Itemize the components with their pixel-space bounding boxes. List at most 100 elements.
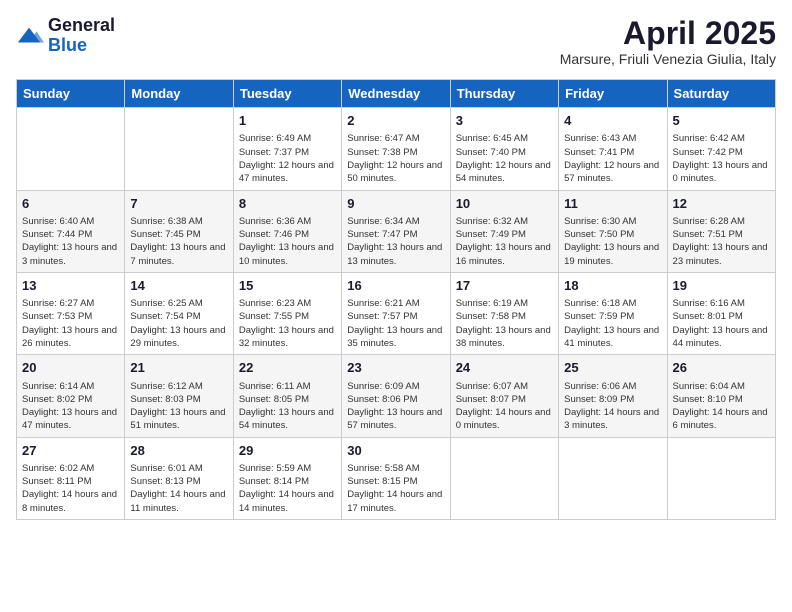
day-number: 29 — [239, 442, 336, 460]
logo-line2: Blue — [48, 36, 115, 56]
calendar-cell: 3Sunrise: 6:45 AM Sunset: 7:40 PM Daylig… — [450, 108, 558, 190]
weekday-header: Sunday — [17, 80, 125, 108]
day-number: 4 — [564, 112, 661, 130]
calendar-cell: 5 Sunrise: 6:42 AM Sunset: 7:42 PM Daylig… — [667, 108, 775, 190]
calendar-cell: 15 Sunrise: 6:23 AM Sunset: 7:55 PM Dayli… — [233, 272, 341, 354]
title-block: April 2025 Marsure, Friuli Venezia Giuli… — [560, 16, 776, 67]
calendar-table: SundayMondayTuesdayWednesdayThursdayFrid… — [16, 79, 776, 520]
calendar-cell: 29 Sunrise: 5:59 AM Sunset: 8:14 PM Dayli… — [233, 437, 341, 519]
day-number: 25 — [564, 359, 661, 377]
calendar-cell — [125, 108, 233, 190]
logo-icon — [16, 22, 44, 50]
calendar-cell: 22 Sunrise: 6:11 AM Sunset: 8:05 PM Dayli… — [233, 355, 341, 437]
calendar-cell: 13 Sunrise: 6:27 AM Sunset: 7:53 PM Dayli… — [17, 272, 125, 354]
calendar-cell: 20 Sunrise: 6:14 AM Sunset: 8:02 PM Dayli… — [17, 355, 125, 437]
day-info: Sunrise: 6:07 AM Sunset: 8:07 PM Dayligh… — [456, 380, 553, 433]
day-info: Sunrise: 6:09 AM Sunset: 8:06 PM Dayligh… — [347, 380, 444, 433]
day-number: 3 — [456, 112, 553, 130]
calendar-cell: 26 Sunrise: 6:04 AM Sunset: 8:10 PM Dayli… — [667, 355, 775, 437]
day-number: 26 — [673, 359, 770, 377]
calendar-cell: 2Sunrise: 6:47 AM Sunset: 7:38 PM Daylig… — [342, 108, 450, 190]
page-title: April 2025 — [560, 16, 776, 51]
day-info: Sunrise: 6:14 AM Sunset: 8:02 PM Dayligh… — [22, 380, 119, 433]
day-number: 9 — [347, 195, 444, 213]
day-number: 8 — [239, 195, 336, 213]
calendar-cell: 23 Sunrise: 6:09 AM Sunset: 8:06 PM Dayli… — [342, 355, 450, 437]
calendar-cell: 24 Sunrise: 6:07 AM Sunset: 8:07 PM Dayli… — [450, 355, 558, 437]
day-number: 27 — [22, 442, 119, 460]
day-info: Sunrise: 6:06 AM Sunset: 8:09 PM Dayligh… — [564, 380, 661, 433]
day-number: 15 — [239, 277, 336, 295]
calendar-cell: 14 Sunrise: 6:25 AM Sunset: 7:54 PM Dayli… — [125, 272, 233, 354]
weekday-header: Wednesday — [342, 80, 450, 108]
day-number: 5 — [673, 112, 770, 130]
calendar-cell: 30 Sunrise: 5:58 AM Sunset: 8:15 PM Dayli… — [342, 437, 450, 519]
day-number: 18 — [564, 277, 661, 295]
day-info: Sunrise: 5:59 AM Sunset: 8:14 PM Dayligh… — [239, 462, 336, 515]
calendar-header-row: SundayMondayTuesdayWednesdayThursdayFrid… — [17, 80, 776, 108]
weekday-header: Monday — [125, 80, 233, 108]
day-info: Sunrise: 6:32 AM Sunset: 7:49 PM Dayligh… — [456, 215, 553, 268]
day-number: 22 — [239, 359, 336, 377]
calendar-cell: 12 Sunrise: 6:28 AM Sunset: 7:51 PM Dayli… — [667, 190, 775, 272]
weekday-header: Saturday — [667, 80, 775, 108]
day-number: 7 — [130, 195, 227, 213]
day-number: 2 — [347, 112, 444, 130]
calendar-cell: 11Sunrise: 6:30 AM Sunset: 7:50 PM Dayli… — [559, 190, 667, 272]
calendar-week-row: 6Sunrise: 6:40 AM Sunset: 7:44 PM Daylig… — [17, 190, 776, 272]
day-info: Sunrise: 6:16 AM Sunset: 8:01 PM Dayligh… — [673, 297, 770, 350]
day-number: 21 — [130, 359, 227, 377]
calendar-body: 1 Sunrise: 6:49 AM Sunset: 7:37 PM Daylig… — [17, 108, 776, 520]
calendar-cell — [667, 437, 775, 519]
logo-line1: General — [48, 16, 115, 36]
calendar-cell — [17, 108, 125, 190]
day-info: Sunrise: 6:42 AM Sunset: 7:42 PM Dayligh… — [673, 132, 770, 185]
calendar-cell: 7 Sunrise: 6:38 AM Sunset: 7:45 PM Daylig… — [125, 190, 233, 272]
calendar-week-row: 1 Sunrise: 6:49 AM Sunset: 7:37 PM Daylig… — [17, 108, 776, 190]
calendar-week-row: 27 Sunrise: 6:02 AM Sunset: 8:11 PM Dayli… — [17, 437, 776, 519]
day-number: 12 — [673, 195, 770, 213]
day-number: 24 — [456, 359, 553, 377]
day-info: Sunrise: 5:58 AM Sunset: 8:15 PM Dayligh… — [347, 462, 444, 515]
calendar-cell: 16 Sunrise: 6:21 AM Sunset: 7:57 PM Dayli… — [342, 272, 450, 354]
calendar-cell: 6Sunrise: 6:40 AM Sunset: 7:44 PM Daylig… — [17, 190, 125, 272]
day-info: Sunrise: 6:23 AM Sunset: 7:55 PM Dayligh… — [239, 297, 336, 350]
day-info: Sunrise: 6:25 AM Sunset: 7:54 PM Dayligh… — [130, 297, 227, 350]
day-info: Sunrise: 6:02 AM Sunset: 8:11 PM Dayligh… — [22, 462, 119, 515]
day-info: Sunrise: 6:12 AM Sunset: 8:03 PM Dayligh… — [130, 380, 227, 433]
calendar-cell: 8 Sunrise: 6:36 AM Sunset: 7:46 PM Daylig… — [233, 190, 341, 272]
day-number: 20 — [22, 359, 119, 377]
day-info: Sunrise: 6:40 AM Sunset: 7:44 PM Dayligh… — [22, 215, 119, 268]
logo: General Blue — [16, 16, 115, 56]
day-info: Sunrise: 6:36 AM Sunset: 7:46 PM Dayligh… — [239, 215, 336, 268]
day-info: Sunrise: 6:49 AM Sunset: 7:37 PM Dayligh… — [239, 132, 336, 185]
day-number: 13 — [22, 277, 119, 295]
day-info: Sunrise: 6:27 AM Sunset: 7:53 PM Dayligh… — [22, 297, 119, 350]
page-subtitle: Marsure, Friuli Venezia Giulia, Italy — [560, 51, 776, 67]
day-info: Sunrise: 6:21 AM Sunset: 7:57 PM Dayligh… — [347, 297, 444, 350]
calendar-cell: 27 Sunrise: 6:02 AM Sunset: 8:11 PM Dayli… — [17, 437, 125, 519]
weekday-header: Thursday — [450, 80, 558, 108]
calendar-cell — [559, 437, 667, 519]
day-info: Sunrise: 6:11 AM Sunset: 8:05 PM Dayligh… — [239, 380, 336, 433]
logo-text: General Blue — [48, 16, 115, 56]
day-info: Sunrise: 6:38 AM Sunset: 7:45 PM Dayligh… — [130, 215, 227, 268]
calendar-cell: 25 Sunrise: 6:06 AM Sunset: 8:09 PM Dayli… — [559, 355, 667, 437]
day-info: Sunrise: 6:28 AM Sunset: 7:51 PM Dayligh… — [673, 215, 770, 268]
day-info: Sunrise: 6:04 AM Sunset: 8:10 PM Dayligh… — [673, 380, 770, 433]
calendar-cell: 4Sunrise: 6:43 AM Sunset: 7:41 PM Daylig… — [559, 108, 667, 190]
day-number: 1 — [239, 112, 336, 130]
weekday-header: Friday — [559, 80, 667, 108]
day-number: 16 — [347, 277, 444, 295]
day-info: Sunrise: 6:19 AM Sunset: 7:58 PM Dayligh… — [456, 297, 553, 350]
day-number: 30 — [347, 442, 444, 460]
day-number: 14 — [130, 277, 227, 295]
day-info: Sunrise: 6:34 AM Sunset: 7:47 PM Dayligh… — [347, 215, 444, 268]
calendar-cell: 18 Sunrise: 6:18 AM Sunset: 7:59 PM Dayli… — [559, 272, 667, 354]
day-info: Sunrise: 6:18 AM Sunset: 7:59 PM Dayligh… — [564, 297, 661, 350]
calendar-cell: 21 Sunrise: 6:12 AM Sunset: 8:03 PM Dayli… — [125, 355, 233, 437]
day-number: 17 — [456, 277, 553, 295]
day-number: 23 — [347, 359, 444, 377]
calendar-cell: 17 Sunrise: 6:19 AM Sunset: 7:58 PM Dayli… — [450, 272, 558, 354]
day-number: 19 — [673, 277, 770, 295]
